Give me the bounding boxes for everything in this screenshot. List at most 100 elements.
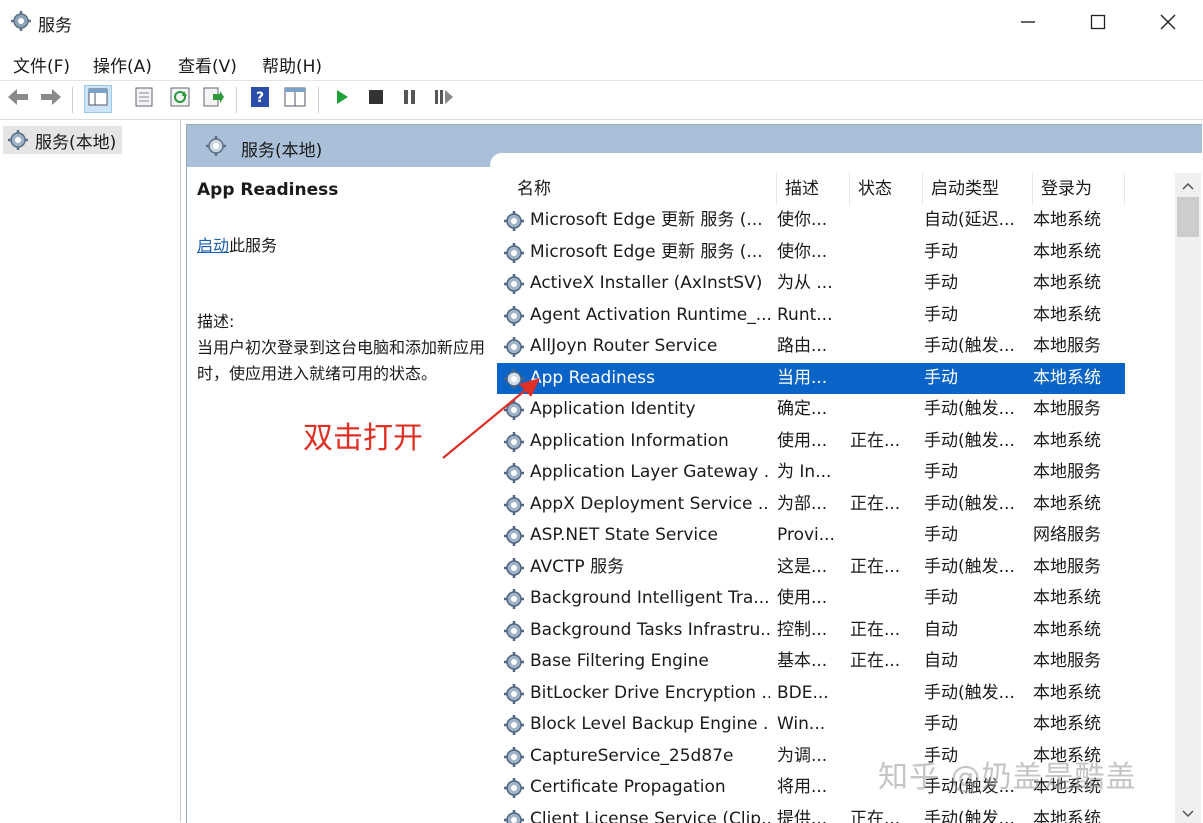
service-startup-cell: 手动(触发... <box>924 331 1026 362</box>
service-logon-cell: 本地系统 <box>1033 678 1123 709</box>
service-status-cell <box>850 394 914 425</box>
title-bar: 服务 <box>0 0 1203 44</box>
service-name-cell: AllJoyn Router Service <box>530 331 770 362</box>
table-row[interactable]: Client License Service (Clip...提供...正在..… <box>497 804 1125 823</box>
service-startup-cell: 手动 <box>924 237 1026 268</box>
column-header-status[interactable]: 状态 <box>850 173 923 205</box>
scroll-up-button[interactable] <box>1175 173 1201 195</box>
table-row[interactable]: ActiveX Installer (AxInstSV)为从 ...手动本地系统 <box>497 268 1125 299</box>
stop-service-button[interactable] <box>362 85 390 113</box>
service-logon-cell: 本地系统 <box>1033 205 1123 236</box>
help-button[interactable]: ? <box>246 85 274 113</box>
service-startup-cell: 手动 <box>924 268 1026 299</box>
table-row[interactable]: Microsoft Edge 更新 服务 (...使你...手动本地系统 <box>497 237 1125 268</box>
service-logon-cell: 本地系统 <box>1033 237 1123 268</box>
table-row[interactable]: App Readiness当用...手动本地系统 <box>497 363 1125 394</box>
service-logon-cell: 本地系统 <box>1033 489 1123 520</box>
table-row[interactable]: Application Layer Gateway ...为 In...手动本地… <box>497 457 1125 488</box>
service-logon-cell: 本地服务 <box>1033 646 1123 677</box>
service-startup-cell: 手动(触发... <box>924 394 1026 425</box>
table-row[interactable]: ASP.NET State ServiceProvi...手动网络服务 <box>497 520 1125 551</box>
gear-icon <box>503 683 525 705</box>
column-header-desc[interactable]: 描述 <box>777 173 850 205</box>
service-name-cell: AppX Deployment Service ... <box>530 489 770 520</box>
refresh-icon <box>170 87 190 111</box>
service-status-cell <box>850 709 914 740</box>
table-row[interactable]: Background Intelligent Tra...使用...手动本地系统 <box>497 583 1125 614</box>
service-status-cell: 正在... <box>850 489 914 520</box>
service-desc-cell: Provi... <box>777 520 845 551</box>
service-desc-cell: 当用... <box>777 363 845 394</box>
properties-button[interactable] <box>130 85 158 113</box>
svg-text:?: ? <box>256 90 264 106</box>
service-name-cell: App Readiness <box>530 363 770 394</box>
column-header-startup-type[interactable]: 启动类型 <box>923 173 1033 205</box>
gear-icon <box>503 525 525 547</box>
table-row[interactable]: AllJoyn Router Service路由...手动(触发...本地服务 <box>497 331 1125 362</box>
service-logon-cell: 本地系统 <box>1033 615 1123 646</box>
gear-icon <box>503 336 525 358</box>
start-service-link[interactable]: 启动 <box>197 236 229 255</box>
services-panel: 服务(本地) App Readiness 启动此服务 描述: 当用户初次登录到这… <box>186 124 1202 823</box>
start-line: 启动此服务 <box>197 233 277 259</box>
gear-icon <box>503 368 525 390</box>
scroll-thumb[interactable] <box>1177 197 1199 237</box>
table-row[interactable]: Application Information使用...正在...手动(触发..… <box>497 426 1125 457</box>
table-row[interactable]: AppX Deployment Service ...为部...正在...手动(… <box>497 489 1125 520</box>
gear-icon <box>503 462 525 484</box>
console-tree-button[interactable] <box>84 85 112 113</box>
service-desc-cell: 为从 ... <box>777 268 845 299</box>
menu-help[interactable]: 帮助(H) <box>262 52 322 77</box>
maximize-button[interactable] <box>1063 0 1133 44</box>
view-button[interactable] <box>281 85 309 113</box>
service-name-cell: Application Identity <box>530 394 770 425</box>
service-name-cell: Base Filtering Engine <box>530 646 770 677</box>
service-name-cell: CaptureService_25d87e <box>530 741 770 772</box>
forward-button[interactable] <box>37 85 65 113</box>
table-row[interactable]: AVCTP 服务这是...正在...手动(触发...本地服务 <box>497 552 1125 583</box>
service-startup-cell: 手动(触发... <box>924 678 1026 709</box>
menu-view[interactable]: 查看(V) <box>178 52 237 77</box>
service-startup-cell: 自动 <box>924 646 1026 677</box>
refresh-button[interactable] <box>166 85 194 113</box>
back-arrow-icon <box>6 87 30 111</box>
table-row[interactable]: Microsoft Edge 更新 服务 (...使你...自动(延迟...本地… <box>497 205 1125 236</box>
start-service-button[interactable] <box>328 85 356 113</box>
service-startup-cell: 手动 <box>924 363 1026 394</box>
gear-icon <box>503 494 525 516</box>
service-desc-cell: 这是... <box>777 552 845 583</box>
service-logon-cell: 本地系统 <box>1033 804 1123 823</box>
menu-action[interactable]: 操作(A) <box>93 52 152 77</box>
column-header-name[interactable]: 名称 <box>509 173 777 205</box>
vertical-scrollbar[interactable] <box>1175 173 1201 823</box>
table-row[interactable]: Block Level Backup Engine ...Win...手动本地系… <box>497 709 1125 740</box>
back-button[interactable] <box>4 85 32 113</box>
table-row[interactable]: BitLocker Drive Encryption ...BDE...手动(触… <box>497 678 1125 709</box>
scroll-down-button[interactable] <box>1175 801 1201 823</box>
service-logon-cell: 本地服务 <box>1033 552 1123 583</box>
service-logon-cell: 本地服务 <box>1033 394 1123 425</box>
table-row[interactable]: Application Identity确定...手动(触发...本地服务 <box>497 394 1125 425</box>
table-row[interactable]: Background Tasks Infrastru...控制...正在...自… <box>497 615 1125 646</box>
tree-item-services-local[interactable]: 服务(本地) <box>3 126 122 154</box>
gear-icon <box>503 431 525 453</box>
service-startup-cell: 手动(触发... <box>924 426 1026 457</box>
gear-icon <box>503 557 525 579</box>
service-status-cell: 正在... <box>850 615 914 646</box>
list-header: ^ 名称 描述 状态 启动类型 登录为 <box>497 173 1177 205</box>
service-startup-cell: 手动 <box>924 457 1026 488</box>
column-header-logon-as[interactable]: 登录为 <box>1033 173 1125 205</box>
export-list-button[interactable] <box>200 85 228 113</box>
table-row[interactable]: Agent Activation Runtime_...Runt...手动本地系… <box>497 300 1125 331</box>
menu-file[interactable]: 文件(F) <box>13 52 70 77</box>
minimize-button[interactable] <box>993 0 1063 44</box>
service-startup-cell: 手动(触发... <box>924 804 1026 823</box>
close-button[interactable] <box>1133 0 1203 44</box>
table-row[interactable]: Base Filtering Engine基本...正在...自动本地服务 <box>497 646 1125 677</box>
pause-service-button[interactable] <box>396 85 424 113</box>
service-desc-cell: 使你... <box>777 205 845 236</box>
service-startup-cell: 自动(延迟... <box>924 205 1026 236</box>
service-desc-cell: 使用... <box>777 583 845 614</box>
restart-service-button[interactable] <box>430 85 458 113</box>
gear-icon <box>10 10 32 32</box>
